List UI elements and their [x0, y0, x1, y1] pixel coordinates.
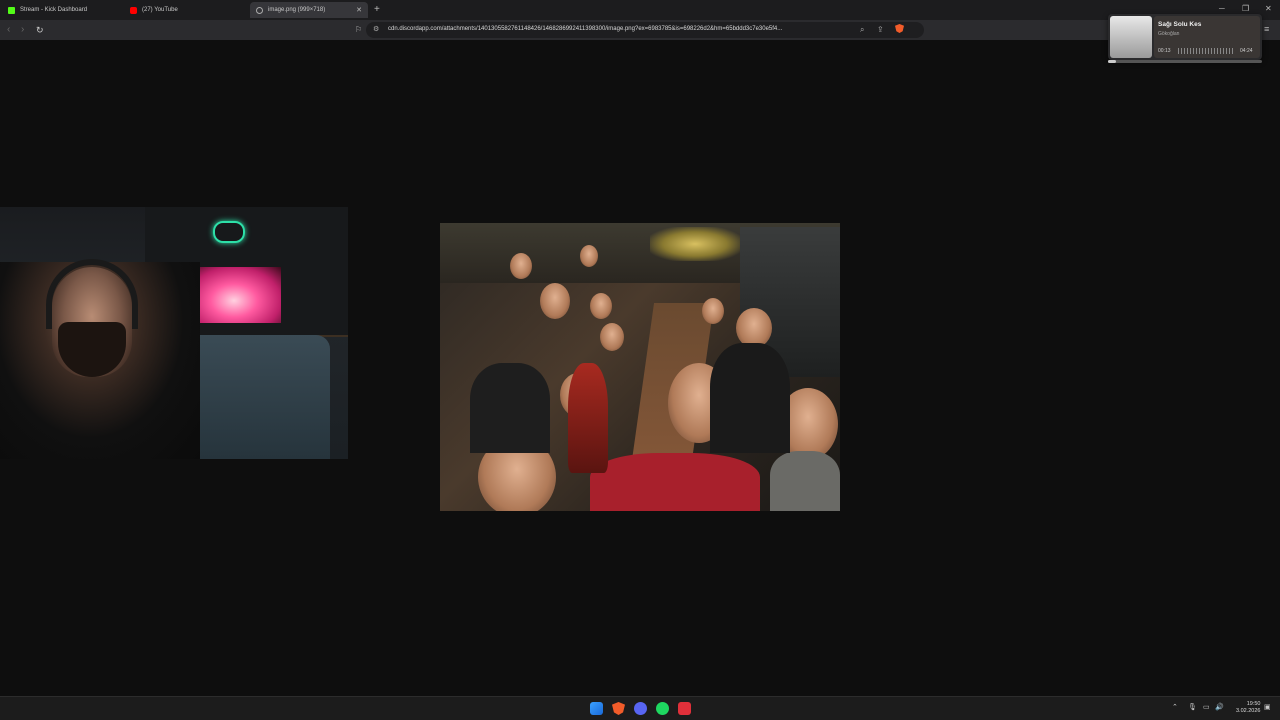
- minimize-button[interactable]: ─: [1219, 4, 1225, 13]
- notification-icon[interactable]: ▣: [1264, 703, 1271, 711]
- tab-image[interactable]: image.png (999×718) ✕: [250, 2, 368, 18]
- back-button[interactable]: ‹: [7, 24, 10, 35]
- person-face: [510, 253, 532, 279]
- tab-youtube[interactable]: (27) YouTube: [124, 2, 248, 18]
- red-shirt: [590, 453, 760, 511]
- fireplace-screen: [187, 267, 281, 323]
- neon-controller-sign: [213, 221, 245, 243]
- black-jacket: [710, 343, 790, 453]
- taskbar: ⌃ 🎙 ▭ 🔊 19:50 3.02.2026 ▣: [0, 696, 1280, 720]
- track-duration: 04:24: [1240, 48, 1253, 54]
- spotify-icon[interactable]: [656, 702, 669, 715]
- kick-icon: [8, 6, 15, 14]
- volume-icon[interactable]: 🔊: [1215, 703, 1224, 711]
- tab-label: image.png (999×718): [268, 7, 326, 13]
- grey-jacket: [770, 451, 840, 511]
- person-face: [580, 245, 598, 267]
- tab-label: Stream - Kick Dashboard: [20, 7, 88, 13]
- person-face: [702, 298, 724, 324]
- reload-button[interactable]: ↻: [36, 25, 44, 36]
- youtube-icon: [130, 6, 137, 14]
- tab-label: (27) YouTube: [142, 7, 178, 13]
- microphone-icon[interactable]: 🎙: [1188, 703, 1197, 711]
- taskbar-clock[interactable]: 19:50 3.02.2026: [1236, 701, 1260, 715]
- clock-date: 3.02.2026: [1236, 708, 1261, 714]
- zoom-icon[interactable]: ⌕: [860, 25, 864, 35]
- share-icon[interactable]: ⇪: [877, 25, 884, 34]
- globe-icon: [256, 6, 263, 14]
- red-hair: [568, 363, 608, 473]
- track-artist: Gökoğlan: [1158, 31, 1180, 37]
- track-title: Sağı Solu Kes: [1158, 21, 1202, 28]
- browser-toolbar: ‹ › ↻ ⚐ ⚙ cdn.discordapp.com/attachments…: [0, 20, 1280, 40]
- url-text: cdn.discordapp.com/attachments/140130558…: [388, 26, 783, 32]
- app-icon[interactable]: [678, 702, 691, 715]
- group-photo-image[interactable]: [440, 223, 840, 511]
- webcam-overlay: [0, 207, 348, 459]
- tab-bar: Stream - Kick Dashboard (27) YouTube ima…: [0, 0, 1280, 20]
- new-tab-button[interactable]: +: [374, 4, 380, 15]
- address-bar[interactable]: ⚙ cdn.discordapp.com/attachments/1401305…: [366, 22, 924, 38]
- close-window-button[interactable]: ✕: [1265, 4, 1272, 13]
- photo-lights: [650, 227, 740, 261]
- brave-icon[interactable]: [612, 702, 625, 715]
- media-info-panel: Sağı Solu Kes Gökoğlan 00:13 04:24: [1154, 16, 1260, 58]
- windows-start-icon[interactable]: [590, 702, 603, 715]
- person-face: [736, 308, 772, 348]
- site-info-icon[interactable]: ⚙: [373, 25, 379, 33]
- forward-button[interactable]: ›: [21, 24, 24, 35]
- menu-icon[interactable]: ≡: [1264, 24, 1269, 34]
- restore-button[interactable]: ❐: [1242, 4, 1249, 13]
- person-face: [540, 283, 570, 319]
- bookmark-icon[interactable]: ⚐: [355, 25, 362, 34]
- clock-time: 19:50: [1246, 701, 1261, 707]
- black-jacket: [470, 363, 550, 453]
- tab-kick[interactable]: Stream - Kick Dashboard: [2, 2, 122, 18]
- media-progress-bar[interactable]: [1108, 60, 1262, 63]
- person-face: [590, 293, 612, 319]
- waveform-seekbar[interactable]: [1178, 48, 1234, 54]
- network-icon[interactable]: ▭: [1203, 703, 1210, 711]
- album-art: [1110, 16, 1152, 58]
- media-player-widget[interactable]: Sağı Solu Kes Gökoğlan 00:13 04:24: [1108, 14, 1262, 63]
- tray-chevron-icon[interactable]: ⌃: [1172, 703, 1178, 711]
- elapsed-time: 00:13: [1158, 48, 1171, 54]
- person-face: [600, 323, 624, 351]
- discord-icon[interactable]: [634, 702, 647, 715]
- close-tab-icon[interactable]: ✕: [356, 6, 362, 14]
